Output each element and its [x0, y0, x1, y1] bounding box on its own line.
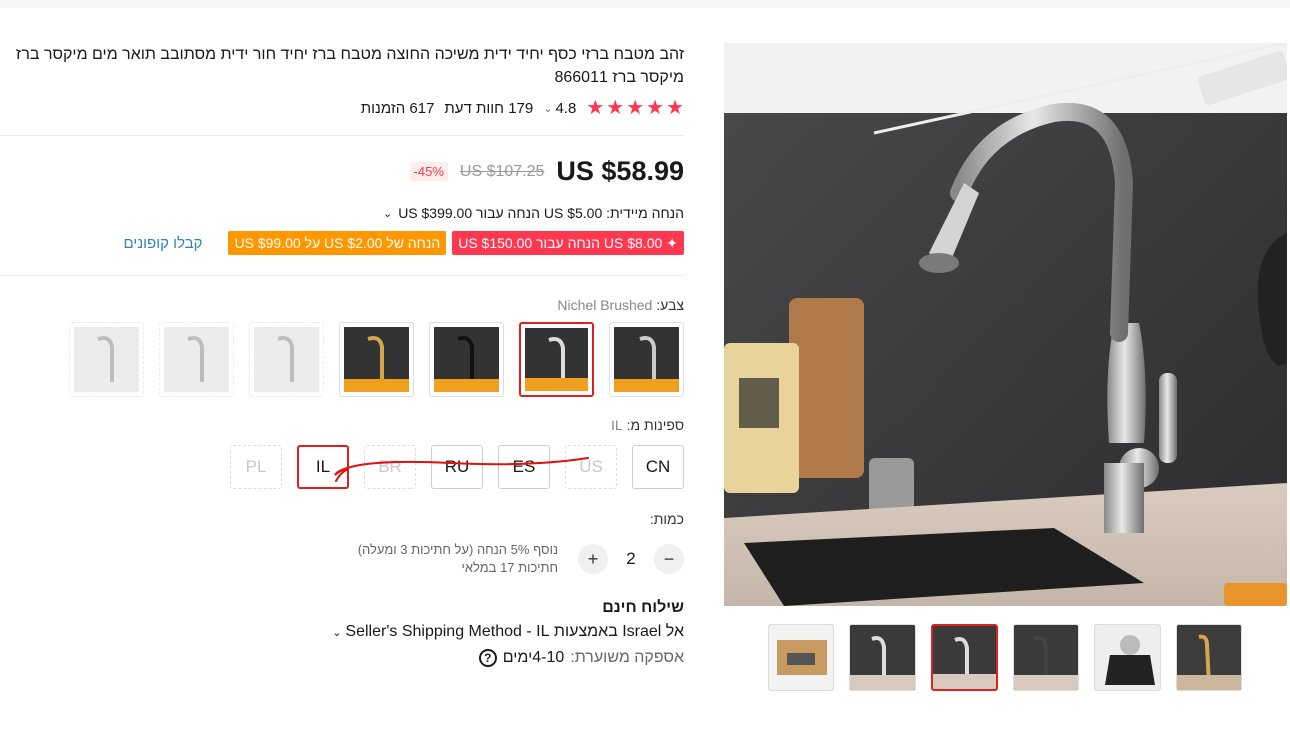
ships-from-selected: IL: [611, 417, 623, 433]
rating-stars: ★ ★ ★ ★ ★: [586, 98, 684, 118]
star-icon: ★: [666, 97, 684, 119]
color-option-6[interactable]: [159, 322, 234, 397]
ships-from-options: CN US ES RU BR IL PL: [0, 445, 684, 489]
sparkle-icon: ✦: [666, 234, 678, 251]
delivery-days-number: 4-10: [532, 649, 565, 666]
ship-option-br[interactable]: BR: [364, 445, 416, 489]
question-icon[interactable]: ?: [478, 649, 497, 667]
product-title: זהב מטבח ברזי כסף יחיד ידית משיכה החוצה …: [15, 46, 684, 86]
shipping-method-text: אל Israel באמצעות Seller's Shipping Meth…: [345, 623, 684, 640]
quantity-plus-button[interactable]: +: [578, 544, 608, 574]
color-option-5[interactable]: [249, 322, 324, 397]
orders-label: הזמנות: [360, 99, 406, 117]
thumbnail-2[interactable]: [1094, 624, 1161, 691]
thumbnail-1[interactable]: [1175, 624, 1242, 691]
delivery-days-unit: ימים: [502, 649, 533, 666]
ships-from-label-text: ספינות מ:: [626, 417, 684, 433]
thumbnail-strip: [767, 624, 1242, 692]
ship-option-pl[interactable]: PL: [230, 445, 282, 489]
rating-value[interactable]: 4.8 ⌄: [543, 100, 576, 117]
instant-discount-text: הנחה מיידית: US $5.00 הנחה עבור US $399.…: [398, 205, 684, 221]
coupon-1-text: US $8.00 הנחה עבור US $150.00: [458, 235, 663, 251]
quantity-minus-button[interactable]: −: [654, 544, 684, 574]
orders-count: 617: [409, 99, 435, 117]
orders-info: 617 הזמנות: [361, 100, 435, 117]
color-option-black[interactable]: [429, 322, 504, 397]
bulk-discount-note: נוסף 5% הנחה (על חתיכות 3 ומעלה): [357, 542, 558, 557]
color-label: צבע: Nichel Brushed: [0, 297, 684, 313]
divider: [0, 135, 684, 136]
product-info: זהב מטבח ברזי כסף יחיד ידית משיכה החוצה …: [0, 43, 684, 667]
free-shipping-label: שילוח חינם: [602, 599, 684, 616]
faucet-photo: [724, 43, 1287, 606]
ship-option-ru[interactable]: RU: [431, 445, 483, 489]
discount-badge: -45%: [409, 162, 448, 181]
star-icon: ★: [606, 97, 625, 119]
original-price: US $107.25: [459, 162, 545, 180]
rating-number: 4.8: [555, 99, 577, 117]
quantity-label: כמות:: [649, 511, 684, 527]
thumbnail-6[interactable]: [767, 624, 835, 691]
delivery-label: אספקה משוערת:: [570, 649, 684, 666]
color-option-brushed-nickel[interactable]: [519, 322, 594, 397]
star-icon: ★: [646, 97, 665, 119]
thumbnail-4[interactable]: [930, 624, 998, 691]
main-product-image[interactable]: [724, 43, 1287, 606]
ship-option-cn[interactable]: CN: [632, 445, 684, 489]
ship-option-il[interactable]: IL: [297, 445, 349, 489]
reviews-link[interactable]: 179 חוות דעת: [444, 100, 533, 117]
chevron-down-icon: ⌄: [543, 102, 553, 115]
stock-note: חתיכות 17 במלאי: [461, 560, 558, 575]
color-selected-value: Nichel Brushed: [557, 297, 653, 313]
reviews-label: חוות דעת: [444, 99, 505, 117]
delivery-days: 4-10ימים: [503, 649, 565, 667]
star-icon: ★: [586, 97, 605, 119]
quantity-stepper: − 2 + נוסף 5% הנחה (על חתיכות 3 ומעלה) ח…: [0, 541, 684, 577]
color-option-gold[interactable]: [339, 322, 414, 397]
color-label-text: צבע:: [656, 297, 684, 313]
shipping-method-selector[interactable]: אל Israel באמצעות Seller's Shipping Meth…: [0, 623, 684, 641]
quantity-value[interactable]: 2: [620, 549, 642, 569]
chevron-down-icon: ⌄: [382, 207, 393, 220]
quantity-note: נוסף 5% הנחה (על חתיכות 3 ומעלה) חתיכות …: [358, 541, 558, 577]
star-icon: ★: [626, 97, 645, 119]
divider: [0, 275, 684, 276]
color-option-chrome[interactable]: [609, 322, 684, 397]
thumbnail-3[interactable]: [1012, 624, 1079, 691]
current-price: US $58.99: [556, 156, 684, 186]
delivery-estimate: אספקה משוערת: 4-10ימים ?: [0, 649, 684, 667]
get-coupons-link[interactable]: קבלו קופונים: [124, 235, 203, 252]
reviews-count: 179: [508, 99, 534, 117]
ship-option-es[interactable]: ES: [498, 445, 550, 489]
ships-from-label: ספינות מ: IL: [0, 417, 684, 433]
ship-option-us[interactable]: US: [565, 445, 617, 489]
top-bar: [0, 0, 1290, 8]
rating-row: ★ ★ ★ ★ ★ 4.8 ⌄ 179 חוות דעת 617 הזמנות: [0, 95, 684, 121]
thumbnail-5[interactable]: [849, 624, 916, 691]
coupon-tag-1[interactable]: ✦ US $8.00 הנחה עבור US $150.00: [452, 231, 684, 255]
coupons-row: ✦ US $8.00 הנחה עבור US $150.00 הנחה של …: [0, 231, 684, 255]
chevron-down-icon: ⌄: [332, 626, 342, 639]
price-row: US $58.99 US $107.25 -45%: [0, 156, 684, 187]
color-option-7[interactable]: [69, 322, 144, 397]
instant-discount[interactable]: הנחה מיידית: US $5.00 הנחה עבור US $399.…: [0, 205, 684, 221]
color-options: [0, 322, 684, 397]
coupon-tag-2[interactable]: הנחה של US $2.00 על US $99.00: [228, 231, 447, 255]
